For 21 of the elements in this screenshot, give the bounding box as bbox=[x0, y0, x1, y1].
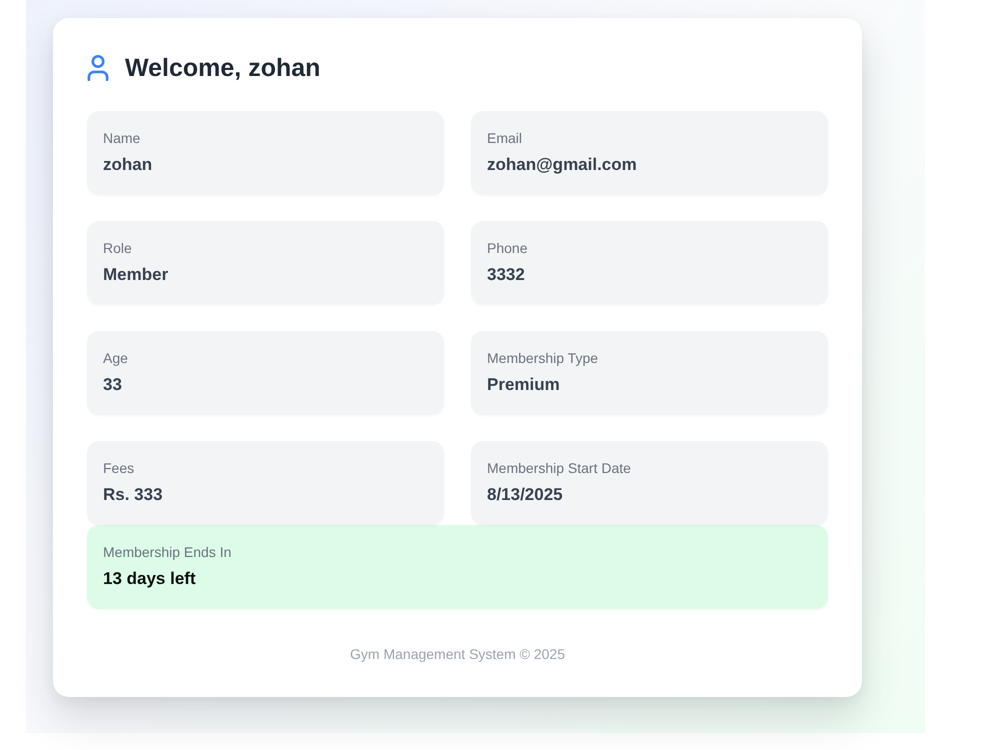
field-label: Membership Ends In bbox=[103, 543, 232, 562]
field-label: Age bbox=[103, 349, 129, 368]
field-label: Membership Start Date bbox=[487, 459, 632, 478]
welcome-heading: Welcome, zohan bbox=[125, 53, 320, 84]
footer-text: Gym Management System © 2025 bbox=[349, 645, 566, 664]
field-value: 33 bbox=[103, 374, 123, 396]
field-value: 3332 bbox=[487, 264, 526, 286]
field-label: Membership Type bbox=[487, 349, 600, 368]
field-value: 13 days left bbox=[103, 568, 197, 590]
field-label: Fees bbox=[103, 459, 136, 478]
field-value: Premium bbox=[487, 374, 561, 396]
field-value: Member bbox=[103, 264, 170, 286]
field-value: zohan@gmail.com bbox=[487, 154, 638, 176]
field-label: Name bbox=[103, 129, 142, 148]
field-value: 8/13/2025 bbox=[487, 484, 564, 506]
field-value: Rs. 333 bbox=[103, 484, 164, 506]
field-label: Role bbox=[103, 239, 133, 258]
field-value: zohan bbox=[103, 154, 154, 176]
user-icon bbox=[87, 55, 109, 81]
field-label: Phone bbox=[487, 239, 528, 258]
field-label: Email bbox=[487, 129, 524, 148]
